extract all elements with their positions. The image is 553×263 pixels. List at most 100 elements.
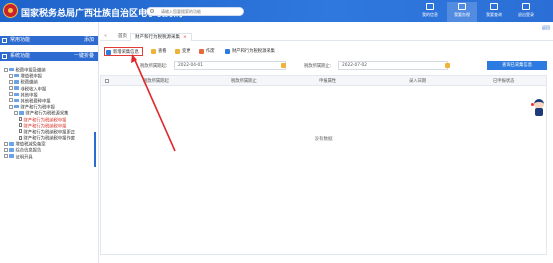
col-entry-date[interactable]: 录入日期 (409, 78, 426, 84)
empty-message: 没有数据 (314, 137, 333, 142)
tab-home[interactable]: 首页 (114, 33, 131, 41)
view-icon (151, 49, 156, 54)
edit-icon (175, 49, 180, 54)
mascot-body (535, 108, 543, 116)
add-icon (106, 50, 111, 55)
system-functions-header[interactable]: 系统功能 一键折叠 (0, 52, 98, 61)
expand-toggle-icon[interactable] (9, 98, 13, 103)
search-icon (150, 9, 154, 13)
expand-toggle-icon[interactable] (4, 67, 8, 72)
query-collected-button[interactable]: 查询已采集信息 (487, 61, 547, 70)
close-icon[interactable]: × (183, 35, 187, 40)
tax-bureau-logo (3, 3, 18, 18)
collect-icon (225, 49, 230, 54)
folder-icon (9, 148, 14, 152)
chart-icon (490, 3, 498, 10)
my-info-button[interactable]: 我的信息 (415, 2, 445, 22)
tree-item-label: 证明开具 (15, 155, 33, 161)
calendar-icon[interactable] (281, 63, 286, 68)
tree-item-label: 财产和行为税申报 (20, 105, 55, 111)
document-icon (19, 129, 22, 134)
tree-item-label: 其他税费种申报 (20, 99, 51, 105)
folder-icon (9, 154, 14, 158)
logout-button[interactable]: 退出登录 (511, 2, 541, 22)
select-all-checkbox[interactable] (105, 79, 109, 83)
tab-prev-arrow[interactable]: « (104, 33, 107, 39)
function-tree: 税费申报及缴纳 增值税申报 税费缴纳 非税收入申报 其他申报 其他税费种申报 财产和行为税申… (4, 67, 96, 161)
logout-icon (522, 3, 530, 10)
tab-bar: « 首页 财产和行为税税源采集 × (100, 32, 553, 41)
tab-current[interactable]: 财产和行为税税源采集 × (130, 33, 192, 41)
expand-toggle-icon[interactable] (14, 110, 18, 115)
notification-dot (531, 103, 534, 106)
folder-icon (14, 86, 19, 90)
do-tax-button[interactable]: 我要办税 (447, 2, 477, 22)
expand-toggle-icon[interactable] (9, 92, 13, 97)
data-table: 税款所属期起 税款所属期止 申报属性 录入日期 已申报状态 没有数据 (100, 75, 547, 255)
search-box[interactable] (146, 7, 244, 16)
tree-item-label: 财产和行为税纳税申报作废 (23, 136, 76, 142)
tree-item-label: 增值税申报 (20, 74, 42, 80)
assistant-mascot-icon[interactable] (531, 99, 547, 117)
folder-icon (9, 67, 14, 72)
calendar-icon[interactable] (445, 63, 450, 68)
col-period-end[interactable]: 税款所属期止 (231, 78, 257, 84)
view-button[interactable]: 查看 (150, 47, 170, 56)
change-button[interactable]: 变更 (174, 47, 194, 56)
void-icon (199, 49, 204, 54)
expand-toggle-icon[interactable] (4, 147, 8, 152)
document-icon (19, 117, 22, 121)
sidebar: 常用功能 添加 系统功能 一键折叠 税费申报及缴纳 增值税申报 税费缴纳 非税收入申报… (0, 22, 99, 263)
table-header: 税款所属期起 税款所属期止 申报属性 录入日期 已申报状态 (101, 76, 546, 86)
folder-icon (14, 73, 19, 78)
tree-item-label: 财产和行为税纳税申报更正 (23, 130, 76, 136)
void-button[interactable]: 作废 (198, 47, 218, 56)
add-collection-button[interactable]: 新增采集信息 (104, 47, 143, 56)
col-declared-status[interactable]: 已申报状态 (493, 78, 514, 84)
folder-icon (14, 104, 19, 109)
tree-item-label: 税费申报及缴纳 (15, 68, 46, 74)
source-collection-button[interactable]: 财产和行为税税源采集 (224, 47, 278, 56)
expand-toggle-icon[interactable] (4, 141, 8, 146)
common-functions-header[interactable]: 常用功能 添加 (0, 36, 98, 45)
expand-toggle-icon[interactable] (9, 73, 13, 78)
grid-icon (2, 54, 7, 59)
tree-item-label: 综合信息报告 (15, 148, 42, 154)
return-link[interactable]: 返回 (542, 25, 550, 31)
end-period-input[interactable]: 2022-07-02 (338, 61, 448, 70)
expand-toggle-icon[interactable] (9, 86, 13, 91)
start-period-label: 税款所属期起: (140, 64, 168, 69)
start-period-input[interactable]: 2022-04-01 (174, 61, 286, 70)
col-declare-attr[interactable]: 申报属性 (319, 78, 336, 84)
toolbar: 新增采集信息 查看 变更 作废 财产和行为税税源采集 (100, 44, 553, 58)
folder-icon (19, 111, 24, 115)
collapse-all-link[interactable]: 一键折叠 (74, 52, 94, 61)
expand-toggle-icon[interactable] (9, 104, 13, 109)
add-link[interactable]: 添加 (84, 36, 94, 45)
app-header: 国家税务总局广西壮族自治区电子税务局 我的信息 我要办税 我要查询 退出登录 (0, 0, 553, 22)
user-icon (426, 3, 434, 10)
expand-toggle-icon[interactable] (4, 154, 8, 159)
end-period-label: 税款所属期止: (304, 64, 332, 69)
tree-item-label: 财产和行为税纳税申报 (23, 124, 67, 130)
search-input[interactable] (147, 8, 227, 15)
grid-icon (2, 38, 7, 43)
filter-bar: 税款所属期起: 2022-04-01 税款所属期止: 2022-07-02 查询… (100, 60, 553, 72)
tree-item[interactable]: 证明开具 (4, 154, 96, 161)
document-icon (19, 123, 22, 128)
monitor-icon (458, 3, 466, 10)
col-period-start[interactable]: 税款所属期起 (143, 78, 169, 84)
folder-icon (9, 142, 14, 146)
tree-item-label: 非税收入申报 (20, 87, 47, 93)
tree-item-label: 增值税减免备案 (15, 142, 46, 148)
folder-icon (14, 98, 19, 103)
tree-item-label: 财产和行为税纳税申报 (23, 118, 67, 123)
tree-item-label: 税费缴纳 (20, 80, 38, 86)
expand-toggle-icon[interactable] (9, 79, 13, 84)
folder-icon (14, 80, 19, 84)
sidebar-scrollbar[interactable] (94, 132, 96, 167)
tree-item-label: 其他申报 (20, 93, 38, 99)
tree-item-label: 财产和行为税税源采集 (25, 111, 69, 117)
document-icon (19, 135, 22, 140)
query-button[interactable]: 我要查询 (479, 2, 509, 22)
